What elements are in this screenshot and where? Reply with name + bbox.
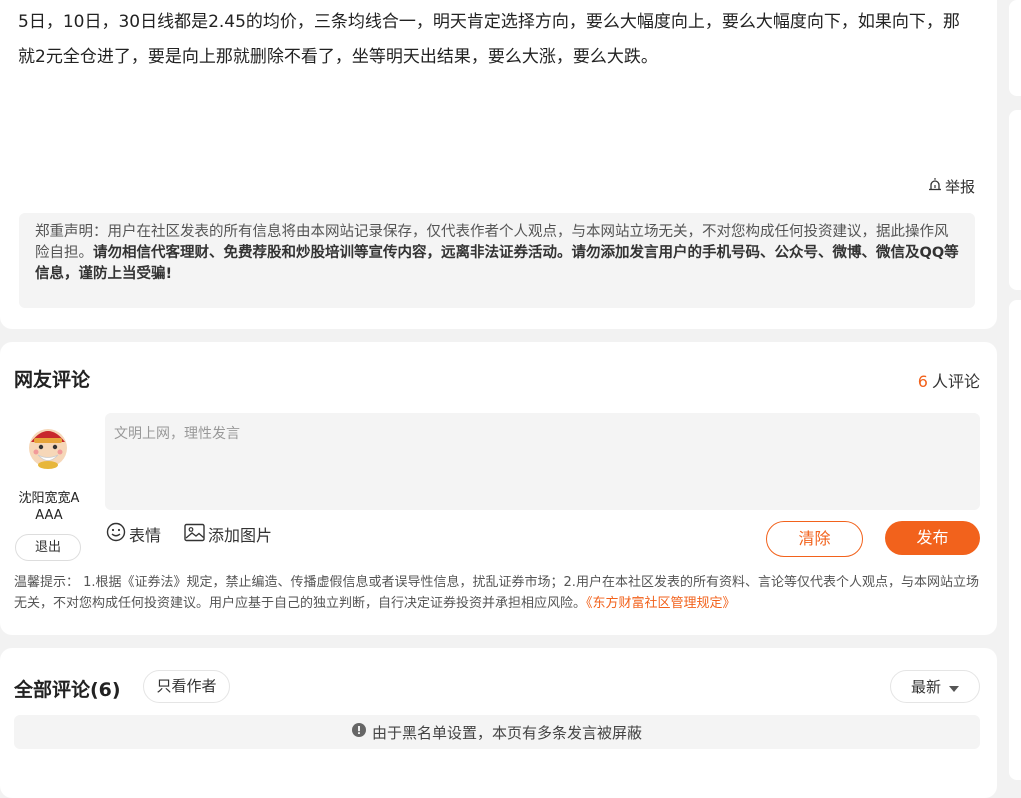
sort-dropdown[interactable]: 最新: [890, 670, 980, 703]
image-icon: [184, 523, 205, 546]
report-label: 举报: [944, 178, 975, 196]
tips-text: 温馨提示： 1.根据《证券法》规定，禁止编造、传播虚假信息或者误导性信息，扰乱证…: [14, 575, 979, 611]
side-panel-edge: [1009, 0, 1021, 96]
comment-input[interactable]: 文明上网，理性发言: [105, 413, 980, 510]
community-rules-link[interactable]: 《东方财富社区管理规定》: [586, 596, 736, 611]
comment-count: 6 人评论: [918, 368, 980, 392]
clear-button[interactable]: 清除: [766, 521, 863, 557]
comment-count-number: 6: [917, 372, 928, 391]
post-body: 5日，10日，30日线都是2.45的均价，三条均线合一，明天肯定选择方向，要么大…: [18, 12, 960, 67]
info-circle-icon: [351, 723, 366, 741]
caret-down-icon: [949, 678, 959, 696]
report-link[interactable]: 举报: [927, 176, 975, 197]
emoji-button[interactable]: 表情: [106, 522, 161, 546]
sort-label: 最新: [910, 678, 941, 696]
logout-button[interactable]: 退出: [15, 534, 81, 561]
add-image-button[interactable]: 添加图片: [184, 522, 272, 546]
add-image-label: 添加图片: [208, 526, 273, 545]
smiley-icon: [106, 522, 126, 546]
submit-button[interactable]: 发布: [885, 521, 980, 555]
emoji-label: 表情: [129, 526, 162, 545]
blocked-notice-text: 由于黑名单设置，本页有多条发言被屏蔽: [371, 723, 642, 742]
disclaimer-box: 郑重声明：用户在社区发表的所有信息将由本网站记录保存，仅代表作者个人观点，与本网…: [19, 213, 975, 308]
bell-alarm-icon: [927, 177, 943, 197]
side-panel-edge: [1009, 300, 1021, 780]
posting-tips: 温馨提示： 1.根据《证券法》规定，禁止编造、传播虚假信息或者误导性信息，扰乱证…: [14, 572, 980, 614]
comment-section-title: 网友评论: [14, 369, 91, 391]
post-card: 5日，10日，30日线都是2.45的均价，三条均线合一，明天肯定选择方向，要么大…: [0, 0, 997, 329]
disclaimer-bold: 请勿相信代客理财、免费荐股和炒股培训等宣传内容，远离非法证券活动。请勿添加发言用…: [35, 245, 959, 282]
only-author-button[interactable]: 只看作者: [143, 670, 230, 703]
side-panel-edge: [1009, 110, 1021, 290]
username: 沈阳宽宽AAAA: [18, 491, 80, 523]
all-comments-title: 全部评论(6): [14, 679, 121, 701]
avatar[interactable]: [22, 418, 74, 470]
all-comments-card: 全部评论(6) 只看作者 最新 由于黑名单设置，本页有多条发言被屏蔽: [0, 648, 997, 798]
comment-count-suffix: 人评论: [931, 372, 980, 391]
blocked-notice: 由于黑名单设置，本页有多条发言被屏蔽: [14, 715, 980, 749]
comment-card: 网友评论 6 人评论 沈阳宽宽AAAA 退出 文明上网，理性发言 表情 添加图片…: [0, 342, 997, 635]
